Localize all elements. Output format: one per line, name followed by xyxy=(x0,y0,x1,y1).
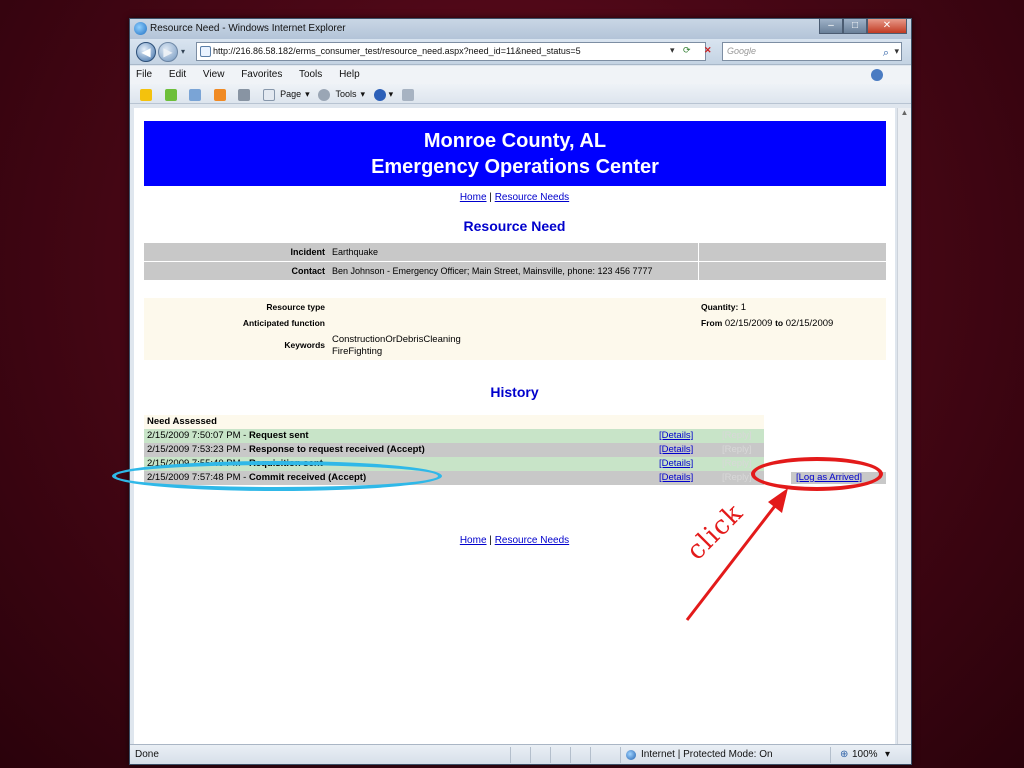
address-dropdown-icon[interactable]: ▾ xyxy=(670,45,675,56)
resource-needs-link[interactable]: Resource Needs xyxy=(495,192,569,203)
nav-separator: | xyxy=(489,192,492,203)
page-content: Monroe County, AL Emergency Operations C… xyxy=(134,108,895,744)
keyword-1: ConstructionOrDebrisCleaning xyxy=(332,334,461,345)
contact-value: Ben Johnson - Emergency Officer; Main St… xyxy=(329,262,699,281)
reply-link-disabled: [Reply] xyxy=(722,444,752,455)
title-bar: Resource Need - Windows Internet Explore… xyxy=(130,19,911,39)
to-label: to xyxy=(775,318,784,328)
translate-icon[interactable] xyxy=(871,69,883,81)
print-icon[interactable] xyxy=(238,88,251,101)
menu-help[interactable]: Help xyxy=(339,69,360,80)
history-title: History xyxy=(490,384,539,400)
tools-gear-icon[interactable] xyxy=(318,88,331,101)
menu-file[interactable]: File xyxy=(136,69,152,80)
details-link[interactable]: [Details] xyxy=(659,429,693,443)
navigation-bar: ◀ ▶ ▾ http://216.86.58.182/erms_consumer… xyxy=(130,39,911,65)
history-header-row: Need Assessed xyxy=(144,415,764,429)
favorites-star-icon[interactable] xyxy=(140,88,152,101)
history-event: Request sent xyxy=(248,430,309,441)
quantity-value: 1 xyxy=(740,302,746,313)
url-text: http://216.86.58.182/erms_consumer_test/… xyxy=(213,46,581,56)
menu-bar: File Edit View Favorites Tools Help xyxy=(130,66,911,84)
minimize-button[interactable]: – xyxy=(819,19,843,34)
reply-link-disabled: [Reply] xyxy=(722,430,752,441)
window-title: Resource Need - Windows Internet Explore… xyxy=(150,23,346,34)
history-header: Need Assessed xyxy=(147,416,217,427)
stop-icon[interactable]: ✕ xyxy=(704,45,712,56)
status-bar: Done Internet | Protected Mode: On ⊕ 100… xyxy=(130,744,911,764)
command-bar: Page ▾ Tools ▾ ▾ xyxy=(130,84,911,104)
resource-type-label: Resource type xyxy=(266,302,325,312)
page-menu[interactable]: Page xyxy=(280,89,301,99)
top-nav-links: Home | Resource Needs xyxy=(134,192,895,203)
menu-tools[interactable]: Tools xyxy=(299,69,322,80)
history-row: 2/15/2009 7:50:07 PM - Request sent [Det… xyxy=(144,429,764,443)
history-time: 2/15/2009 7:50:07 PM - xyxy=(147,430,249,441)
address-bar[interactable]: http://216.86.58.182/erms_consumer_test/… xyxy=(196,42,706,61)
browser-window: Resource Need - Windows Internet Explore… xyxy=(129,18,912,765)
contact-label: Contact xyxy=(144,262,329,281)
status-text: Done xyxy=(135,749,159,760)
menu-view[interactable]: View xyxy=(203,69,225,80)
page-icon xyxy=(200,46,211,57)
to-date: 02/15/2009 xyxy=(785,318,834,329)
incident-value: Earthquake xyxy=(329,243,699,262)
vertical-scrollbar[interactable]: ▲ xyxy=(897,108,911,744)
feeds-icon[interactable] xyxy=(213,88,226,101)
search-dropdown-icon[interactable]: ▾ xyxy=(894,43,899,60)
security-zone: Internet | Protected Mode: On xyxy=(641,749,773,760)
nav-separator: | xyxy=(489,535,492,546)
search-input[interactable]: Google ⌕ ▾ xyxy=(722,42,902,61)
page-banner: Monroe County, AL Emergency Operations C… xyxy=(144,121,886,186)
highlight-ellipse-commit-row xyxy=(112,461,442,491)
ie-logo-icon xyxy=(134,22,147,35)
keyword-2: FireFighting xyxy=(332,346,383,357)
maximize-button[interactable]: □ xyxy=(843,19,867,34)
research-icon[interactable] xyxy=(401,88,414,101)
close-button[interactable]: ✕ xyxy=(867,19,907,34)
zoom-dropdown-icon[interactable]: ▾ xyxy=(885,745,890,765)
page-title: Resource Need xyxy=(463,218,566,234)
scroll-up-icon[interactable]: ▲ xyxy=(898,108,911,117)
home-icon[interactable] xyxy=(189,88,202,101)
history-row: 2/15/2009 7:53:23 PM - Response to reque… xyxy=(144,443,764,457)
menu-edit[interactable]: Edit xyxy=(169,69,186,80)
zoom-icon[interactable]: ⊕ xyxy=(840,745,848,765)
history-event: Response to request received (Accept) xyxy=(248,444,425,455)
banner-county: Monroe County, AL xyxy=(423,130,607,152)
help-icon[interactable] xyxy=(373,88,386,101)
details-link[interactable]: [Details] xyxy=(659,457,693,471)
quantity-label: Quantity: xyxy=(701,302,739,312)
search-icon[interactable]: ⌕ xyxy=(883,45,889,62)
from-date: 02/15/2009 xyxy=(724,318,773,329)
back-button[interactable]: ◀ xyxy=(136,42,156,62)
incident-table: Incident Earthquake Contact Ben Johnson … xyxy=(144,243,886,281)
refresh-icon[interactable]: ⟳ xyxy=(683,45,691,56)
menu-favorites[interactable]: Favorites xyxy=(241,69,282,80)
home-link[interactable]: Home xyxy=(460,535,487,546)
reply-link-disabled: [Reply] xyxy=(722,458,752,469)
forward-button[interactable]: ▶ xyxy=(158,42,178,62)
globe-icon xyxy=(626,750,636,760)
history-dropdown-icon[interactable]: ▾ xyxy=(181,47,185,56)
search-placeholder: Google xyxy=(727,46,757,56)
zoom-level[interactable]: 100% xyxy=(852,745,878,765)
keywords-label: Keywords xyxy=(284,340,325,350)
home-link[interactable]: Home xyxy=(460,192,487,203)
incident-label: Incident xyxy=(144,243,329,262)
page-menu-icon[interactable] xyxy=(262,88,275,101)
banner-center: Emergency Operations Center xyxy=(371,156,659,178)
resource-details: Resource type Anticipated function Keywo… xyxy=(144,298,886,360)
resource-needs-link[interactable]: Resource Needs xyxy=(495,535,569,546)
history-time: 2/15/2009 7:53:23 PM - xyxy=(147,444,249,455)
from-label: From xyxy=(701,318,723,328)
anticipated-function-label: Anticipated function xyxy=(242,318,325,328)
details-link[interactable]: [Details] xyxy=(659,443,693,457)
add-favorite-icon[interactable] xyxy=(164,88,177,101)
tools-menu[interactable]: Tools xyxy=(336,89,357,99)
